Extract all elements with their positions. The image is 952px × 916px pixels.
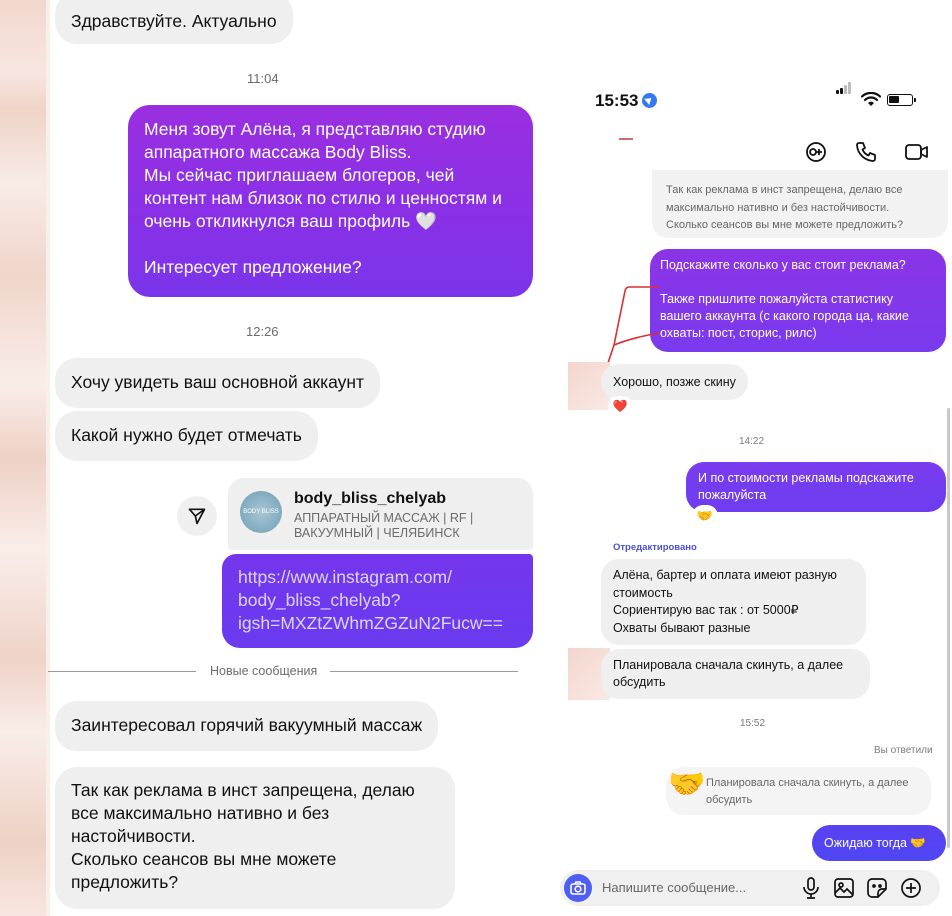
shared-profile-card[interactable]: BODY BLISS body_bliss_chelyab АППАРАТНЫЙ… [228,478,533,550]
message-incoming[interactable]: Заинтересовал горячий вакуумный массаж [55,701,439,751]
camera-button[interactable] [564,874,592,902]
divider-line [330,671,518,672]
message-incoming[interactable]: Так как реклама в инст запрещена, делаю … [55,767,455,909]
message-outgoing[interactable]: Подскажите сколько у вас стоит реклама? … [650,249,946,352]
handshake-reaction-icon[interactable]: 🤝 [692,505,718,527]
microphone-icon[interactable] [802,877,820,899]
add-icon[interactable] [900,877,922,899]
message-outgoing[interactable]: И по стоимости рекламы подскажите пожалу… [686,462,946,512]
message-input[interactable]: Напишите сообщение... [602,880,746,895]
divider-line [48,671,196,672]
message-timestamp: 14:22 [739,436,765,447]
camera-icon [570,881,586,895]
message-incoming[interactable]: Хочу увидеть ваш основной аккаунт [55,358,381,408]
video-chat-icon[interactable] [804,140,828,164]
gallery-icon[interactable] [833,877,855,899]
wifi-icon [861,92,881,106]
video-camera-icon[interactable] [904,140,930,164]
link-message[interactable]: https://www.instagram.com/ body_bliss_ch… [222,554,533,648]
new-messages-label: Новые сообщения [210,664,318,678]
left-chat-panel: Здравствуйте. Актуально 11:04 Меня зовут… [0,0,548,916]
share-button[interactable] [177,496,217,536]
message-incoming[interactable]: Алёна, бартер и оплата имеют разную стои… [601,559,866,645]
message-outgoing[interactable]: Меня зовут Алёна, я представляю студию а… [128,105,533,297]
shared-profile-description: АППАРАТНЫЙ МАССАЖ | RF | ВАКУУМНЫЙ | ЧЕЛ… [294,511,474,540]
heart-reaction-icon[interactable]: ❤️ [608,396,632,416]
quoted-reply[interactable]: Планировала сначала скинуть, а далее обс… [666,767,931,815]
right-chat-panel: 15:53 Так как реклама в инст запрещена, … [556,0,952,916]
send-icon [188,508,206,525]
message-incoming[interactable]: Планировала сначала скинуть, а далее обс… [601,649,870,699]
message-outgoing[interactable]: Ожидаю тогда 🤝 [812,825,946,861]
new-messages-divider: Новые сообщения [48,662,518,680]
message-timestamp: 15:52 [740,718,766,729]
contact-avatar[interactable] [569,120,633,178]
message-timestamp: 11:04 [247,71,279,86]
message-composer[interactable]: Напишите сообщение... [560,870,940,906]
location-arrow-icon [642,93,657,108]
shared-profile-avatar: BODY BLISS [240,491,282,533]
message-incoming[interactable]: Какой нужно будет отмечать [55,411,318,461]
message-timestamp: 12:26 [246,324,279,339]
phone-icon[interactable] [854,140,878,164]
blurred-avatar-column [0,0,50,916]
status-bar-time: 15:53 [595,91,639,110]
message-incoming[interactable]: Хорошо, позже скину [601,364,748,400]
message-incoming[interactable]: Здравствуйте. Актуально [55,0,293,44]
battery-icon [887,94,916,106]
sticker-icon[interactable] [866,877,888,899]
replied-label: Вы ответили [874,745,933,756]
message-incoming[interactable]: Так как реклама в инст запрещена, делаю … [652,170,948,238]
shared-profile-username: body_bliss_chelyab [294,490,447,507]
red-annotation-arrow [605,286,661,370]
edited-label: Отредактировано [613,542,697,553]
handshake-icon: 🤝 [668,768,706,801]
scrollbar[interactable] [947,408,950,848]
